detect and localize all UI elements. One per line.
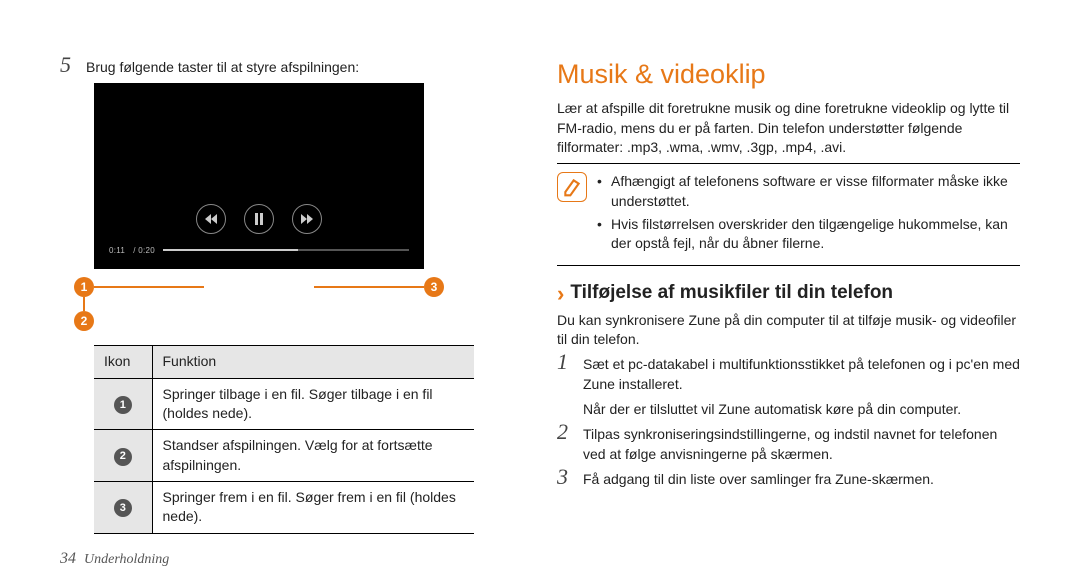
step-2: 2 Tilpas synkroniseringsindstillingerne,…	[557, 425, 1020, 464]
step-text: Sæt et pc-datakabel i multifunktionsstik…	[583, 355, 1020, 394]
chevron-right-icon: ›	[557, 283, 564, 305]
skip-back-icon	[205, 214, 217, 224]
table-row: 3 Springer frem i en fil. Søger frem i e…	[94, 481, 474, 533]
function-table: Ikon Funktion 1 Springer tilbage i en fi…	[94, 345, 474, 533]
section-label: Underholdning	[84, 552, 169, 568]
row-num: 2	[114, 448, 132, 466]
row-text: Springer frem i en fil. Søger frem i en …	[152, 481, 474, 533]
step-number: 5	[60, 54, 76, 76]
note-icon	[557, 172, 587, 202]
row-text: Standser afspilningen. Vælg for at forts…	[152, 430, 474, 482]
row-num: 3	[114, 499, 132, 517]
seek-bar[interactable]	[163, 249, 409, 251]
step-text: Få adgang til din liste over samlinger f…	[583, 470, 1020, 489]
video-player: 0:11 / 0:20	[94, 83, 424, 269]
page-title: Musik & videoklip	[557, 56, 1020, 93]
note-item: Hvis filstørrelsen overskrider den tilgæ…	[597, 215, 1020, 254]
col-funktion: Funktion	[152, 346, 474, 378]
step-3: 3 Få adgang til din liste over samlinger…	[557, 470, 1020, 489]
row-num: 1	[114, 396, 132, 414]
step-1: 1 Sæt et pc-datakabel i multifunktionsst…	[557, 355, 1020, 419]
step-text: Brug følgende taster til at styre afspil…	[86, 58, 523, 77]
prev-button[interactable]	[196, 204, 226, 234]
note-block: Afhængigt af telefonens software er viss…	[557, 163, 1020, 266]
marker-1: 1	[74, 277, 94, 297]
sub-intro: Du kan synkronisere Zune på din computer…	[557, 311, 1020, 350]
pause-icon	[254, 213, 264, 225]
note-list: Afhængigt af telefonens software er viss…	[597, 172, 1020, 257]
page-number: 34	[60, 550, 76, 568]
step-extra: Når der er tilsluttet vil Zune automatis…	[583, 400, 1020, 419]
step-text: Tilpas synkroniseringsindstillingerne, o…	[583, 425, 1020, 464]
note-item: Afhængigt af telefonens software er viss…	[597, 172, 1020, 211]
row-text: Springer tilbage i en fil. Søger tilbage…	[152, 378, 474, 430]
marker-3: 3	[424, 277, 444, 297]
subheading: › Tilføjelse af musikfiler til din telef…	[557, 280, 1020, 306]
pause-button[interactable]	[244, 204, 274, 234]
subheading-text: Tilføjelse af musikfiler til din telefon	[570, 280, 893, 306]
time-current: 0:11	[109, 245, 125, 256]
callout-markers: 1 2 3	[94, 269, 424, 339]
intro-text: Lær at afspille dit foretrukne musik og …	[557, 99, 1020, 157]
skip-forward-icon	[301, 214, 313, 224]
time-total: / 0:20	[133, 245, 155, 256]
next-button[interactable]	[292, 204, 322, 234]
table-row: 2 Standser afspilningen. Vælg for at for…	[94, 430, 474, 482]
page-footer: 34 Underholdning	[60, 550, 169, 568]
step-number: 2	[557, 421, 573, 443]
table-row: 1 Springer tilbage i en fil. Søger tilba…	[94, 378, 474, 430]
step-number: 1	[557, 351, 573, 373]
progress-bar[interactable]: 0:11 / 0:20	[109, 244, 409, 256]
col-ikon: Ikon	[94, 346, 152, 378]
step-number: 3	[557, 466, 573, 488]
step-5: 5 Brug følgende taster til at styre afsp…	[60, 58, 523, 77]
marker-2: 2	[74, 311, 94, 331]
player-controls	[95, 204, 423, 234]
